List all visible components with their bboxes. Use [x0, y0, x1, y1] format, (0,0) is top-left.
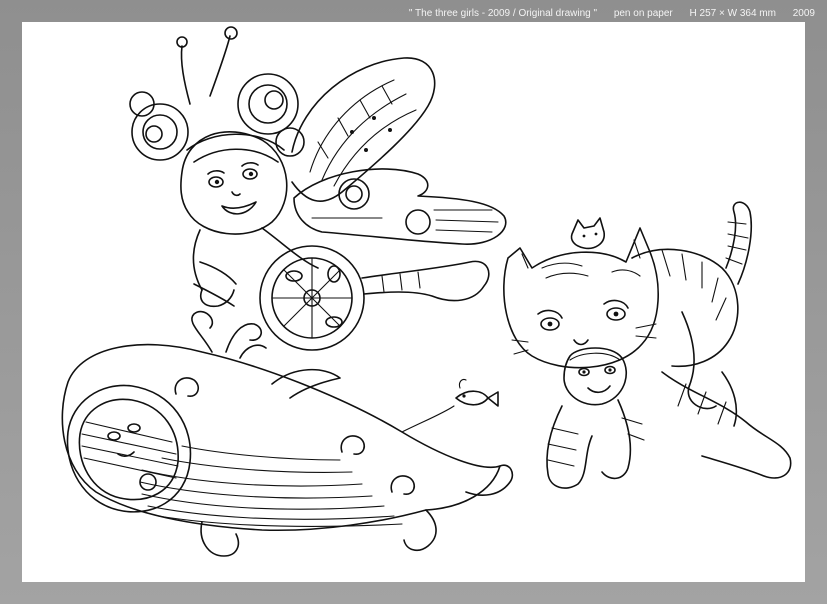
caption-year: 2009 [792, 8, 815, 19]
drawing-paper [22, 22, 805, 582]
caption-dimensions: H 257 × W 364 mm [689, 8, 776, 19]
butterfly-girl-figure [129, 26, 507, 351]
artwork-caption: " The three girls - 2009 / Original draw… [395, 8, 815, 19]
whale-girl-figure [61, 310, 514, 557]
caption-medium: pen on paper [613, 8, 673, 19]
cat-girl-figure [503, 201, 792, 489]
caption-title: " The three girls - 2009 / Original draw… [408, 8, 598, 19]
line-drawing [61, 26, 792, 557]
